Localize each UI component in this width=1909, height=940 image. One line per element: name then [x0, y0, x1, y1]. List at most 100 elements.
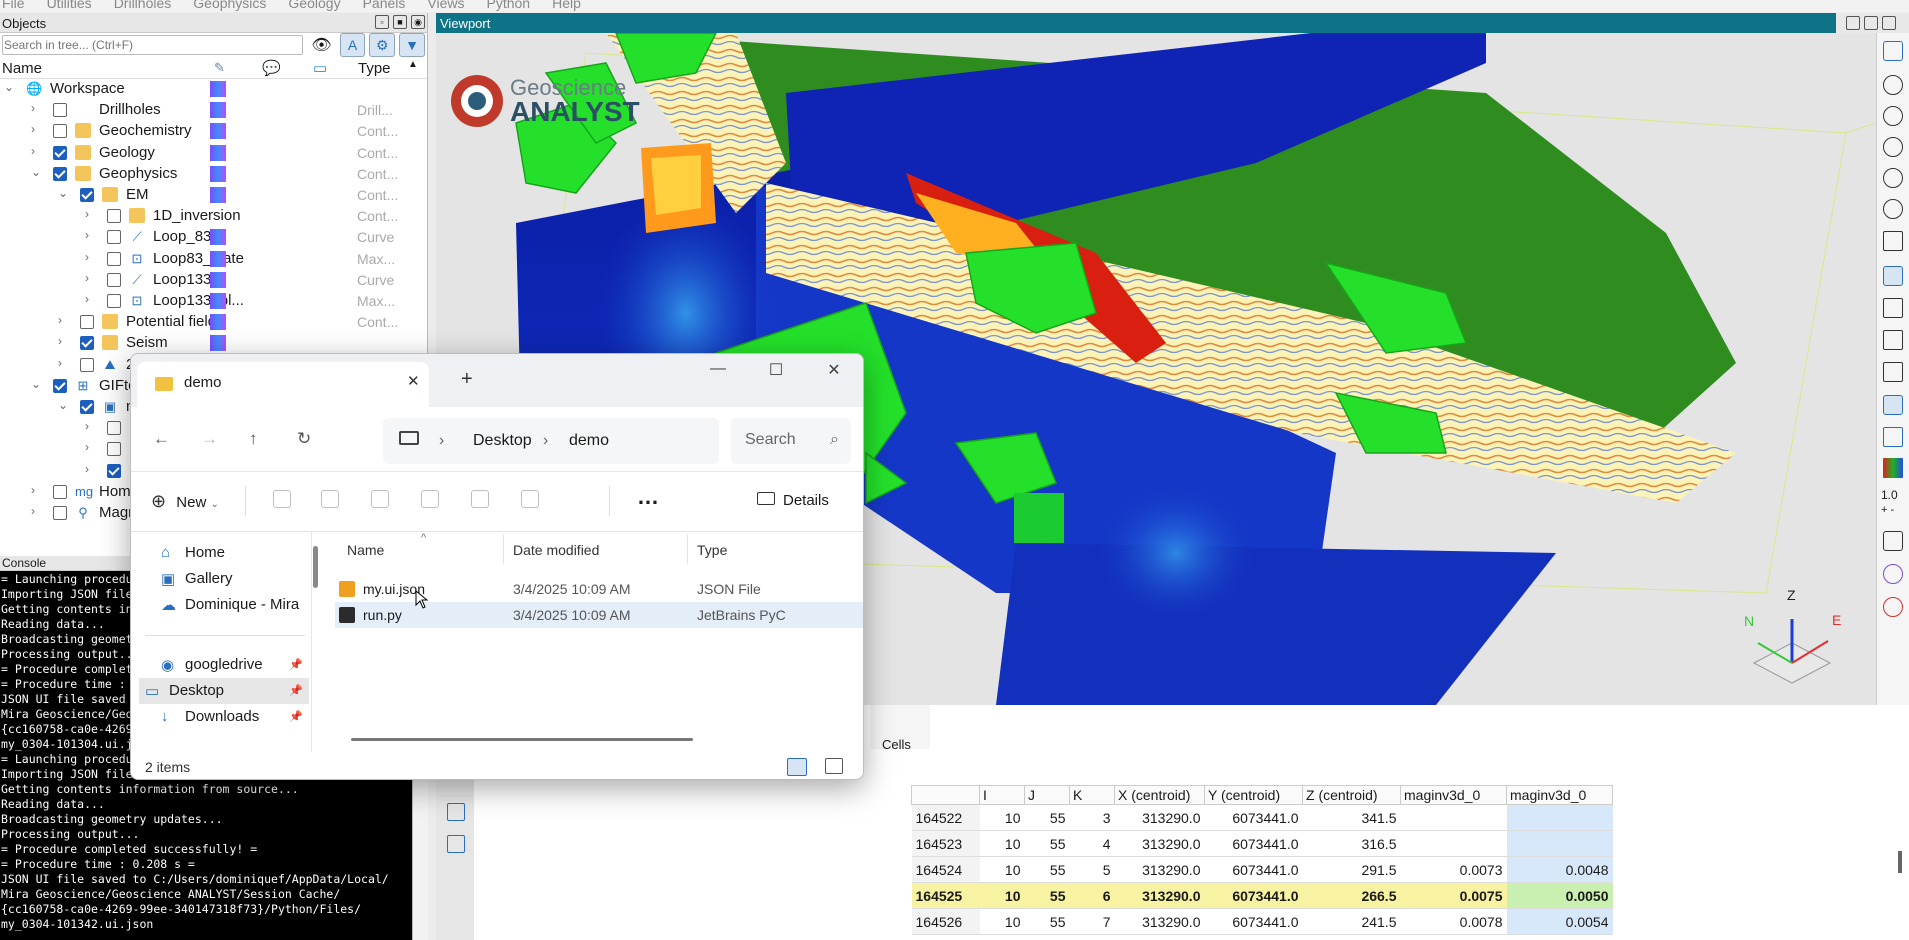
chevron-right-icon[interactable]: ›: [85, 292, 89, 306]
table-cell[interactable]: 3: [1069, 804, 1115, 831]
new-tab-button[interactable]: +: [461, 368, 473, 391]
color-swatch[interactable]: [210, 314, 226, 331]
table-cell[interactable]: 313290.0: [1114, 830, 1205, 857]
visibility-checkbox[interactable]: [107, 272, 121, 287]
save-icon[interactable]: [447, 803, 465, 821]
nav-scrollbar[interactable]: [313, 546, 318, 588]
table-header[interactable]: maginv3d_0: [1506, 785, 1613, 805]
rename-icon[interactable]: [421, 490, 439, 508]
tab-cells[interactable]: Cells: [870, 705, 930, 752]
tree-search-input[interactable]: [2, 35, 304, 55]
tree-row[interactable]: ⌄ EM Cont...: [0, 185, 420, 206]
table-cell[interactable]: 313290.0: [1114, 882, 1205, 909]
menu-item[interactable]: Geology: [288, 0, 340, 11]
maximize-icon[interactable]: [1864, 16, 1878, 30]
table-cell[interactable]: 0.0050: [1506, 882, 1613, 909]
tree-row[interactable]: ⌄ 🌐 Workspace: [0, 79, 420, 100]
color-swatch[interactable]: [210, 102, 226, 119]
cut-icon[interactable]: [273, 490, 291, 508]
tree-row[interactable]: › ⟋ Loop_83 Curve: [0, 227, 420, 248]
table-header[interactable]: Y (centroid): [1204, 785, 1303, 805]
table-cell[interactable]: 164523: [911, 830, 980, 857]
color-swatch[interactable]: [210, 81, 226, 97]
sidebar-item[interactable]: ⌂ Home: [161, 540, 309, 566]
chevron-right-icon[interactable]: ›: [31, 101, 35, 115]
table-cell[interactable]: 313290.0: [1114, 908, 1205, 935]
menu-item[interactable]: Help: [552, 0, 581, 11]
visibility-checkbox[interactable]: [53, 145, 67, 160]
table-cell[interactable]: 10: [979, 882, 1025, 909]
view-west-icon[interactable]: [1883, 199, 1903, 219]
grid-icon[interactable]: [1883, 362, 1903, 382]
table-scrollbar[interactable]: [1898, 851, 1902, 873]
menu-item[interactable]: Python: [486, 0, 530, 11]
table-cell[interactable]: 164525: [911, 882, 980, 909]
chevron-right-icon[interactable]: ›: [85, 250, 89, 264]
close-icon[interactable]: [1882, 16, 1896, 30]
table-cell[interactable]: 0.0078: [1400, 908, 1507, 935]
visibility-checkbox[interactable]: [53, 506, 67, 520]
tree-row[interactable]: › Potential fields Cont...: [0, 312, 420, 333]
table-cell[interactable]: [1506, 830, 1613, 857]
table-cell[interactable]: 6073441.0: [1204, 856, 1303, 883]
table-cell[interactable]: [1400, 830, 1507, 857]
sidebar-item[interactable]: ↓ Downloads 📌: [161, 704, 309, 730]
filter-group-button[interactable]: ⚙: [369, 33, 396, 57]
table-cell[interactable]: 10: [979, 804, 1025, 831]
view-top-icon[interactable]: [1883, 75, 1903, 95]
menu-item[interactable]: Utilities: [47, 0, 92, 11]
new-button[interactable]: ⊕ New ⌄: [151, 491, 219, 512]
chevron-right-icon[interactable]: ›: [85, 419, 89, 433]
color-swatch[interactable]: [210, 335, 226, 352]
table-row[interactable]: 164526 10 55 7 313290.0 6073441.0 241.5 0.0078 0…: [911, 908, 1613, 935]
back-icon[interactable]: ←: [153, 429, 170, 449]
view-south-icon[interactable]: [1883, 137, 1903, 157]
table-header[interactable]: J: [1024, 785, 1070, 805]
table-cell[interactable]: 291.5: [1302, 856, 1401, 883]
menu-item[interactable]: Geophysics: [193, 0, 266, 11]
col-name[interactable]: Name: [347, 542, 384, 558]
menu-item[interactable]: Panels: [363, 0, 406, 11]
table-cell[interactable]: 6073441.0: [1204, 882, 1303, 909]
chevron-right-icon[interactable]: ›: [31, 144, 35, 158]
table-cell[interactable]: 7: [1069, 908, 1115, 935]
color-swatch[interactable]: [210, 165, 226, 182]
table-cell[interactable]: 0.0048: [1506, 856, 1613, 883]
chevron-down-icon[interactable]: ⌄: [58, 398, 68, 412]
visibility-checkbox[interactable]: [107, 294, 121, 308]
table-cell[interactable]: 0.0073: [1400, 856, 1507, 883]
visibility-checkbox[interactable]: [107, 251, 121, 266]
chevron-right-icon[interactable]: ›: [85, 440, 89, 454]
zoom-extent-icon[interactable]: [1883, 41, 1903, 61]
axes-icon[interactable]: [1883, 395, 1903, 415]
table-header[interactable]: maginv3d_0: [1400, 785, 1507, 805]
perspective-icon[interactable]: [1883, 231, 1903, 251]
more-options-button[interactable]: …: [637, 484, 660, 510]
table-cell[interactable]: 55: [1024, 830, 1070, 857]
close-tab-icon[interactable]: ✕: [407, 372, 420, 390]
table-header[interactable]: Z (centroid): [1302, 785, 1401, 805]
table-cell[interactable]: 6: [1069, 882, 1115, 909]
visibility-checkbox[interactable]: [80, 315, 94, 330]
bucket-icon[interactable]: [1883, 427, 1903, 447]
minimize-icon[interactable]: —: [689, 360, 747, 380]
table-header[interactable]: I: [979, 785, 1025, 805]
chevron-down-icon[interactable]: ⌄: [58, 186, 68, 200]
chevron-right-icon[interactable]: ›: [85, 271, 89, 285]
chevron-right-icon[interactable]: ›: [31, 504, 35, 518]
layers-icon[interactable]: [1883, 298, 1903, 318]
maximize-icon[interactable]: ■: [393, 15, 407, 29]
tree-row[interactable]: › Geochemistry Cont...: [0, 121, 420, 142]
table-cell[interactable]: 164522: [911, 804, 980, 831]
forward-icon[interactable]: →: [201, 429, 218, 449]
tree-row[interactable]: ⌄ Geophysics Cont...: [0, 164, 420, 185]
table-header[interactable]: X (centroid): [1114, 785, 1205, 805]
color-swatch[interactable]: [210, 229, 226, 246]
table-cell[interactable]: 55: [1024, 908, 1070, 935]
visibility-checkbox[interactable]: [53, 484, 67, 499]
list-view-icon[interactable]: [787, 758, 807, 776]
visibility-checkbox[interactable]: [53, 103, 67, 118]
table-cell[interactable]: 55: [1024, 882, 1070, 909]
table-cell[interactable]: 5: [1069, 856, 1115, 883]
copy-icon[interactable]: [321, 490, 339, 508]
